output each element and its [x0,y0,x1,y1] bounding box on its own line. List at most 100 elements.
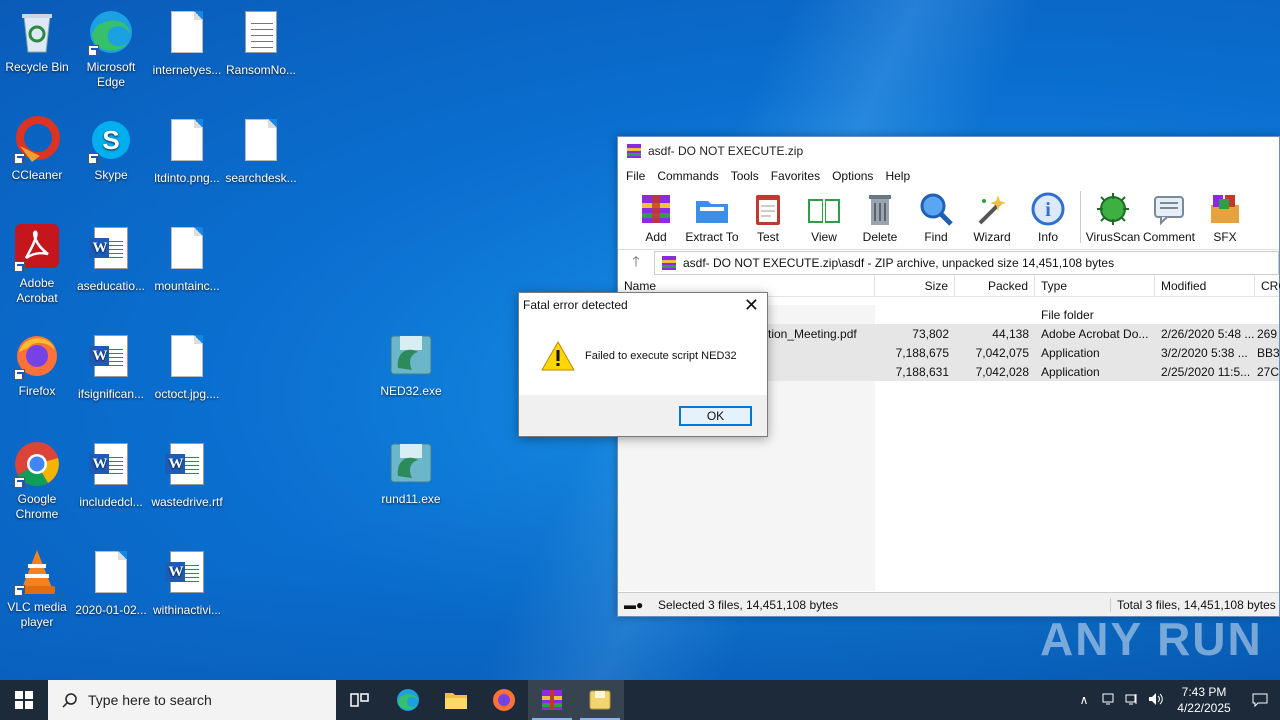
row-packed: 7,042,075 [955,343,1035,362]
virus-icon [1095,191,1131,227]
desktop-icon-ccleaner[interactable]: CCleaner [0,116,74,183]
taskbar-ned32-app[interactable] [576,680,624,720]
dialog-footer: OK [519,395,767,436]
blank-file-icon [164,227,210,275]
recycle-bin-icon [14,8,60,56]
desktop-icon-vlc[interactable]: VLC media player [0,548,74,630]
desktop-icon-label: mountainc... [154,279,220,293]
menu-commands[interactable]: Commands [657,169,718,183]
status-selected: Selected 3 files, 14,451,108 bytes [658,597,839,612]
delete-button[interactable]: Delete [852,187,908,244]
up-arrow-icon[interactable]: 🡑 [618,251,654,275]
taskbar-firefox[interactable] [480,680,528,720]
menu-options[interactable]: Options [832,169,873,183]
find-button[interactable]: Find [908,187,964,244]
desktop-icon-searchdesk[interactable]: searchdesk... [224,116,298,186]
anyrun-watermark: ANY RUN [1040,613,1263,665]
blank-file-icon [164,119,210,167]
clock-time: 7:43 PM [1181,685,1227,699]
row-modified: 3/2/2020 5:38 ... [1155,343,1255,362]
folder-icon [694,191,730,227]
task-view-button[interactable] [336,680,384,720]
column-size[interactable]: Size [875,275,955,297]
network-device-icon[interactable] [1096,692,1120,709]
toolbar-separator [1080,191,1081,243]
column-crc[interactable]: CRC [1255,275,1280,297]
desktop-icon-ifsignifican[interactable]: W ifsignifican... [74,332,148,402]
desktop-icon-adobe-acrobat[interactable]: Adobe Acrobat [0,224,74,306]
wizard-button-label: Wizard [973,230,1011,244]
desktop-icon-aseducatio[interactable]: W aseducatio... [74,224,148,294]
winrar-address-bar: 🡑 asdf- DO NOT EXECUTE.zip\asdf - ZIP ar… [618,249,1279,275]
chevron-up-icon[interactable]: ∧ [1072,693,1096,707]
column-packed[interactable]: Packed [955,275,1035,297]
desktop-icon-recycle-bin[interactable]: Recycle Bin [0,8,74,75]
comment-button[interactable]: Comment [1141,187,1197,244]
desktop-icon-label: searchdesk... [225,171,297,185]
menu-help[interactable]: Help [885,169,910,183]
notification-icon[interactable] [1240,693,1280,707]
blank-file-icon [238,119,284,167]
desktop-icon-mountainc[interactable]: mountainc... [150,224,224,294]
sfx-button[interactable]: SFX [1197,187,1253,244]
add-button[interactable]: Add [628,187,684,244]
task-view-icon [350,693,369,707]
network-icon[interactable] [1120,692,1144,709]
desktop-icon-includedcl[interactable]: W includedcl... [74,440,148,510]
menu-favorites[interactable]: Favorites [771,169,820,183]
desktop-icon-withinactivi[interactable]: W withinactivi... [150,548,224,618]
view-button[interactable]: View [796,187,852,244]
taskbar-search-box[interactable]: Type here to search [48,680,336,720]
info-button[interactable]: i Info [1020,187,1076,244]
virusscan-button[interactable]: VirusScan [1085,187,1141,244]
desktop-icon-label: 2020-01-02... [75,603,147,617]
desktop-icon-skype[interactable]: S Skype [74,116,148,183]
desktop-icon-ned32[interactable]: NED32.exe [374,332,448,399]
column-type[interactable]: Type [1035,275,1155,297]
row-packed: 44,138 [955,324,1035,343]
blank-file-icon [88,551,134,599]
row-type: File folder [1041,308,1094,322]
archive-path-field[interactable]: asdf- DO NOT EXECUTE.zip\asdf - ZIP arch… [654,250,1279,275]
desktop-icon-wastedrive[interactable]: W wastedrive.rtf [150,440,224,510]
extract-to-button[interactable]: Extract To [684,187,740,244]
desktop-icon-label: VLC media player [7,600,67,629]
menu-file[interactable]: File [626,169,645,183]
firefox-icon [14,332,60,380]
sfx-button-label: SFX [1213,230,1237,244]
test-button[interactable]: Test [740,187,796,244]
desktop-icon-internetyes[interactable]: internetyes... [150,8,224,78]
ok-button[interactable]: OK [679,406,752,426]
svg-text:i: i [1045,199,1051,221]
desktop-icon-ltdinto[interactable]: ltdinto.png... [150,116,224,186]
start-button[interactable] [0,680,48,720]
menu-tools[interactable]: Tools [731,169,759,183]
file-explorer-icon [445,693,467,709]
taskbar-winrar[interactable] [528,680,576,720]
word-document-icon: W [164,443,210,491]
row-modified: 2/25/2020 11:5... [1155,362,1255,381]
error-dialog[interactable]: Fatal error detected ✕ Failed to execute… [518,292,768,437]
wizard-button[interactable]: Wizard [964,187,1020,244]
desktop-icon-label: internetyes... [152,63,222,77]
clock[interactable]: 7:43 PM 4/22/2025 [1168,684,1240,716]
add-button-label: Add [645,230,667,244]
clock-date: 4/22/2025 [1177,701,1231,715]
winrar-titlebar[interactable]: asdf- DO NOT EXECUTE.zip [618,137,1279,165]
taskbar-edge[interactable] [384,680,432,720]
comment-button-label: Comment [1142,230,1195,244]
volume-icon[interactable] [1144,692,1168,709]
desktop-icon-2020-01-02[interactable]: 2020-01-02... [74,548,148,618]
close-icon[interactable]: ✕ [744,295,759,315]
desktop-icon-label: Google Chrome [15,492,59,521]
desktop-icon-octoct[interactable]: octoct.jpg.... [150,332,224,402]
desktop-icon-google-chrome[interactable]: Google Chrome [0,440,74,522]
sfx-icon [1207,191,1243,227]
desktop-icon-firefox[interactable]: Firefox [0,332,74,399]
column-modified[interactable]: Modified [1155,275,1255,297]
add-archive-icon [638,191,674,227]
taskbar-file-explorer[interactable] [432,680,480,720]
desktop-icon-edge[interactable]: Microsoft Edge [74,8,148,90]
desktop-icon-rund11[interactable]: rund11.exe [374,440,448,507]
desktop-icon-ransomnote[interactable]: RansomNo... [224,8,298,78]
